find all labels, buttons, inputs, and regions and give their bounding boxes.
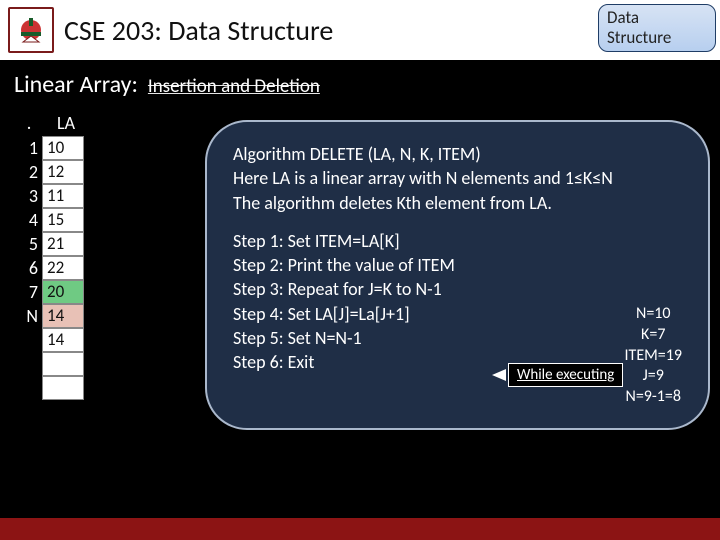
slide-subheader: Linear Array: Insertion and Deletion <box>0 60 720 103</box>
slide-header: CSE 203: Data Structure Data Structure <box>0 0 720 60</box>
var-nres: N=9-1=8 <box>624 387 682 408</box>
course-title: CSE 203: Data Structure <box>64 13 333 48</box>
algo-step-4: Step 4: Set LA[J]=La[J+1] <box>233 302 682 326</box>
array-index: N <box>20 304 42 328</box>
array-cell: 10 <box>42 136 84 160</box>
array-cell: 14 <box>42 304 84 328</box>
array-index: 1 <box>20 136 42 160</box>
array-cell: 11 <box>42 184 84 208</box>
array-cell: 12 <box>42 160 84 184</box>
topic-sub: Insertion and Deletion <box>148 75 320 98</box>
array-cell: 20 <box>42 280 84 304</box>
array-index <box>20 352 42 376</box>
array-visual: . LA 110212311415521622720N1414 <box>20 112 86 400</box>
array-index: 6 <box>20 256 42 280</box>
var-n: N=10 <box>624 304 682 325</box>
array-row: 110 <box>20 136 86 160</box>
array-header-dot: . <box>20 112 38 134</box>
array-row: 415 <box>20 208 86 232</box>
var-k: K=7 <box>624 325 682 346</box>
array-row: 622 <box>20 256 86 280</box>
algo-step-2: Step 2: Print the value of ITEM <box>233 253 682 277</box>
while-executing-callout: While executing <box>492 363 623 387</box>
university-logo-icon <box>8 7 54 53</box>
course-badge: Data Structure <box>598 4 716 52</box>
array-row: 14 <box>20 328 86 352</box>
array-index: 4 <box>20 208 42 232</box>
array-cell: 21 <box>42 232 84 256</box>
array-row: 311 <box>20 184 86 208</box>
logo-svg <box>13 12 49 48</box>
algo-step-5: Step 5: Set N=N-1 <box>233 326 682 350</box>
footer-bar <box>0 518 720 540</box>
array-index <box>20 328 42 352</box>
array-row <box>20 352 86 376</box>
array-row: 720 <box>20 280 86 304</box>
array-cell: 22 <box>42 256 84 280</box>
trace-variables: N=10 K=7 ITEM=19 J=9 N=9-1=8 <box>624 304 682 408</box>
algo-step-1: Step 1: Set ITEM=LA[K] <box>233 229 682 253</box>
array-index: 2 <box>20 160 42 184</box>
array-row <box>20 376 86 400</box>
arrow-left-icon <box>492 369 506 381</box>
algo-desc-1: Here LA is a linear array with N element… <box>233 166 682 190</box>
algo-title: Algorithm DELETE (LA, N, K, ITEM) <box>233 142 682 166</box>
while-label: While executing <box>508 363 623 387</box>
algorithm-box: Algorithm DELETE (LA, N, K, ITEM) Here L… <box>205 120 710 430</box>
array-row: N14 <box>20 304 86 328</box>
var-j: J=9 <box>624 366 682 387</box>
array-header-la: LA <box>46 112 86 134</box>
topic-main: Linear Array: <box>14 70 138 99</box>
array-index: 7 <box>20 280 42 304</box>
array-cell: 15 <box>42 208 84 232</box>
array-row: 212 <box>20 160 86 184</box>
array-index <box>20 376 42 400</box>
array-cell <box>42 352 84 376</box>
array-cell <box>42 376 84 400</box>
array-index: 5 <box>20 232 42 256</box>
array-cell: 14 <box>42 328 84 352</box>
algo-desc-2: The algorithm deletes Kth element from L… <box>233 191 682 215</box>
array-index: 3 <box>20 184 42 208</box>
var-item: ITEM=19 <box>624 346 682 367</box>
array-row: 521 <box>20 232 86 256</box>
algo-step-3: Step 3: Repeat for J=K to N-1 <box>233 277 682 301</box>
